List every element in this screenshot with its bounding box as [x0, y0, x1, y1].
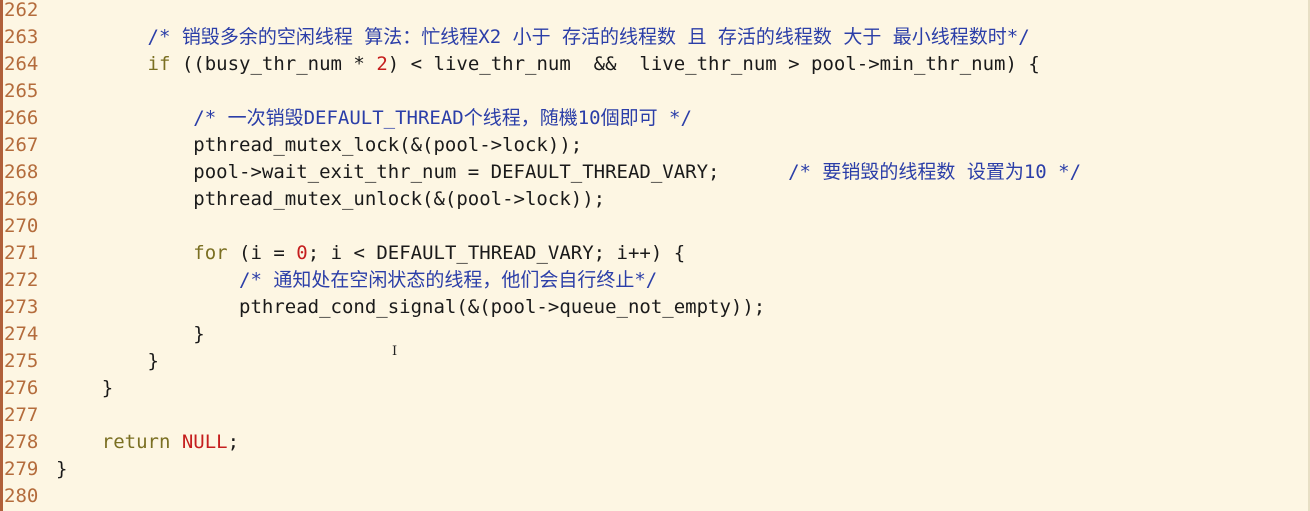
- line-number: 269: [4, 188, 39, 210]
- line-code[interactable]: pthread_cond_signal(&(pool->queue_not_em…: [56, 294, 765, 321]
- comment-token: /* 一次销毁DEFAULT_THREAD个线程，随機10個即可 */: [193, 107, 692, 129]
- line-number: 280: [4, 485, 39, 507]
- code-text: ((busy_thr_num *: [170, 53, 377, 75]
- code-editor[interactable]: 262 263 /* 销毁多余的空闲线程 算法：忙线程X2 小于 存活的线程数 且…: [0, 0, 1310, 511]
- code-text: }: [56, 350, 159, 372]
- code-line-280[interactable]: 280: [0, 483, 1310, 510]
- code-text: }: [56, 377, 114, 399]
- code-text: (i =: [227, 242, 297, 264]
- line-number: 277: [4, 404, 39, 426]
- line-number: 275: [4, 350, 39, 372]
- line-number: 266: [4, 107, 39, 129]
- line-number: 278: [4, 431, 39, 453]
- line-code[interactable]: if ((busy_thr_num * 2) < live_thr_num &&…: [56, 51, 1040, 78]
- keyword-token: if: [147, 53, 171, 75]
- line-code[interactable]: for (i = 0; i < DEFAULT_THREAD_VARY; i++…: [56, 240, 685, 267]
- line-number: 265: [4, 80, 39, 102]
- code-line-275[interactable]: 275 }: [0, 348, 1310, 375]
- line-number: 262: [4, 0, 39, 21]
- code-line-263[interactable]: 263 /* 销毁多余的空闲线程 算法：忙线程X2 小于 存活的线程数 且 存活…: [0, 24, 1310, 51]
- code-line-266[interactable]: 266 /* 一次销毁DEFAULT_THREAD个线程，随機10個即可 */: [0, 105, 1310, 132]
- code-line-274[interactable]: 274 }: [0, 321, 1310, 348]
- code-line-262[interactable]: 262: [0, 0, 1310, 24]
- code-text: ; i < DEFAULT_THREAD_VARY; i++) {: [307, 242, 686, 264]
- code-lines[interactable]: 262 263 /* 销毁多余的空闲线程 算法：忙线程X2 小于 存活的线程数 且…: [0, 0, 1310, 510]
- code-line-269[interactable]: 269 pthread_mutex_unlock(&(pool->lock));: [0, 186, 1310, 213]
- line-number: 267: [4, 134, 39, 156]
- line-number: 273: [4, 296, 39, 318]
- code-line-277[interactable]: 277: [0, 402, 1310, 429]
- line-code[interactable]: pool->wait_exit_thr_num = DEFAULT_THREAD…: [56, 159, 1081, 186]
- number-literal-token: 2: [376, 53, 388, 75]
- number-literal-token: 0: [296, 242, 308, 264]
- code-line-276[interactable]: 276 }: [0, 375, 1310, 402]
- line-number: 271: [4, 242, 39, 264]
- code-line-271[interactable]: 271 for (i = 0; i < DEFAULT_THREAD_VARY;…: [0, 240, 1310, 267]
- line-code[interactable]: pthread_mutex_unlock(&(pool->lock));: [56, 186, 605, 213]
- line-code[interactable]: /* 销毁多余的空闲线程 算法：忙线程X2 小于 存活的线程数 且 存活的线程数…: [56, 24, 1030, 51]
- line-code[interactable]: /* 一次销毁DEFAULT_THREAD个线程，随機10個即可 */: [56, 105, 692, 132]
- line-code[interactable]: return NULL;: [56, 429, 239, 456]
- text-cursor-icon: I: [392, 344, 398, 359]
- code-text: pthread_mutex_lock(&(pool->lock));: [56, 134, 583, 156]
- code-line-272[interactable]: 272 /* 通知处在空闲状态的线程，他们会自行终止*/: [0, 267, 1310, 294]
- line-number: 263: [4, 26, 39, 48]
- line-number: 276: [4, 377, 39, 399]
- line-code[interactable]: }: [56, 456, 67, 483]
- keyword-token: return: [101, 431, 171, 453]
- code-line-268[interactable]: 268 pool->wait_exit_thr_num = DEFAULT_TH…: [0, 159, 1310, 186]
- null-literal-token: NULL: [181, 431, 228, 453]
- code-text: ) < live_thr_num && live_thr_num > pool-…: [387, 53, 1040, 75]
- code-text: pthread_cond_signal(&(pool->queue_not_em…: [56, 296, 766, 318]
- line-code[interactable]: }: [56, 321, 205, 348]
- code-line-273[interactable]: 273 pthread_cond_signal(&(pool->queue_no…: [0, 294, 1310, 321]
- line-number: 279: [4, 458, 39, 480]
- comment-token: /* 销毁多余的空闲线程 算法：忙线程X2 小于 存活的线程数 且 存活的线程数…: [147, 26, 1030, 48]
- line-number: 272: [4, 269, 39, 291]
- code-text: }: [56, 458, 68, 480]
- code-text: ;: [227, 431, 240, 453]
- keyword-token: for: [193, 242, 228, 264]
- line-code[interactable]: /* 通知处在空闲状态的线程，他们会自行终止*/: [56, 267, 657, 294]
- line-number: 268: [4, 161, 39, 183]
- line-code[interactable]: }: [56, 375, 113, 402]
- code-line-270[interactable]: 270: [0, 213, 1310, 240]
- code-line-279[interactable]: 279}: [0, 456, 1310, 483]
- code-text: }: [56, 323, 205, 345]
- code-line-278[interactable]: 278 return NULL;: [0, 429, 1310, 456]
- line-code[interactable]: pthread_mutex_lock(&(pool->lock));: [56, 132, 582, 159]
- code-text: pthread_mutex_unlock(&(pool->lock));: [56, 188, 606, 210]
- line-code[interactable]: }: [56, 348, 159, 375]
- line-number: 274: [4, 323, 39, 345]
- line-number: 270: [4, 215, 39, 237]
- code-text: pool->wait_exit_thr_num = DEFAULT_THREAD…: [56, 161, 789, 183]
- comment-token: /* 要销毁的线程数 设置为10 */: [788, 161, 1082, 183]
- code-line-267[interactable]: 267 pthread_mutex_lock(&(pool->lock));: [0, 132, 1310, 159]
- code-line-264[interactable]: 264 if ((busy_thr_num * 2) < live_thr_nu…: [0, 51, 1310, 78]
- code-line-265[interactable]: 265: [0, 78, 1310, 105]
- line-number: 264: [4, 53, 39, 75]
- comment-token: /* 通知处在空闲状态的线程，他们会自行终止*/: [239, 269, 658, 291]
